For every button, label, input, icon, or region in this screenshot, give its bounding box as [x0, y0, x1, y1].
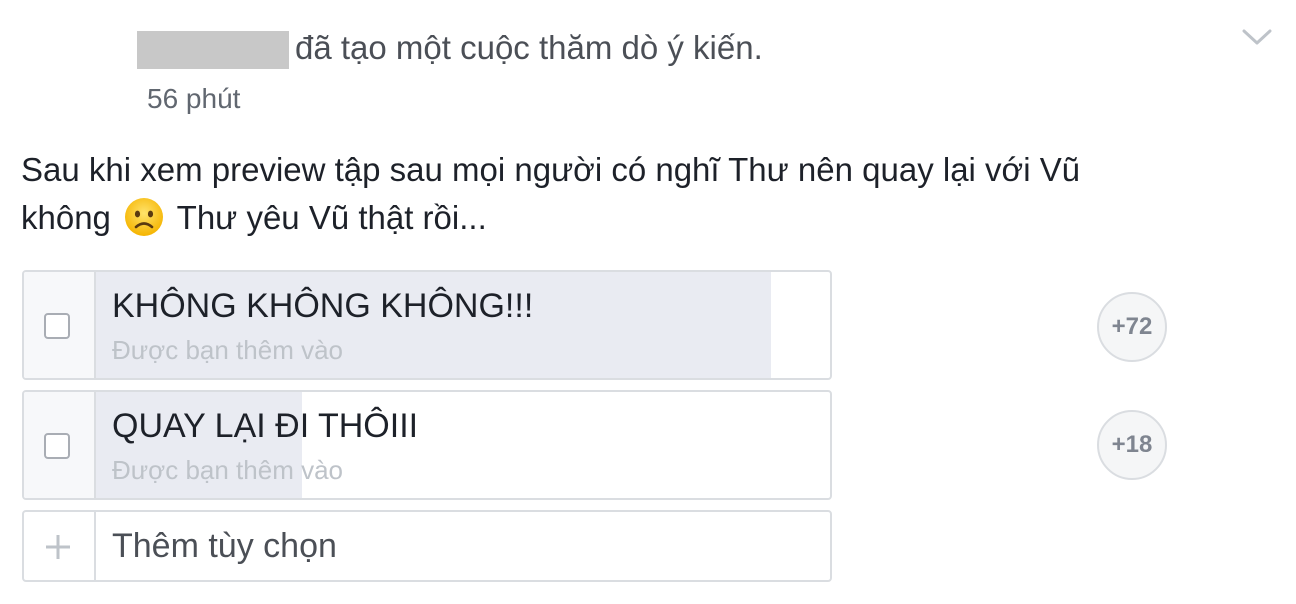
- frowning-face-emoji-icon: [125, 198, 164, 236]
- poll-option-1[interactable]: KHÔNG KHÔNG KHÔNG!!! Được bạn thêm vào: [22, 270, 832, 380]
- poll-option-1-label: KHÔNG KHÔNG KHÔNG!!!: [112, 287, 534, 325]
- plus-icon[interactable]: [44, 533, 72, 561]
- poll-option-1-added-by: Được bạn thêm vào: [112, 335, 344, 365]
- poll-option-2-added-by: Được bạn thêm vào: [112, 455, 344, 485]
- post-message-line2-start: không: [21, 199, 111, 236]
- post-timestamp[interactable]: 56 phút: [147, 82, 240, 116]
- post-message: Sau khi xem preview tập sau mọi người có…: [21, 146, 1251, 242]
- poll-option-1-checkbox[interactable]: [44, 313, 70, 339]
- post-header-action: đã tạo một cuộc thăm dò ý kiến.: [295, 29, 763, 66]
- post-message-line1: Sau khi xem preview tập sau mọi người có…: [21, 151, 1081, 188]
- chevron-down-icon[interactable]: [1238, 22, 1276, 52]
- poll-option-2-votes-badge[interactable]: +18: [1097, 410, 1167, 480]
- poll-option-2-label: QUAY LẠI ĐI THÔIII: [112, 407, 419, 445]
- author-name-redacted[interactable]: [137, 31, 289, 69]
- poll-option-2[interactable]: QUAY LẠI ĐI THÔIII Được bạn thêm vào: [22, 390, 832, 500]
- add-option-input[interactable]: Thêm tùy chọn: [112, 526, 337, 566]
- add-poll-option[interactable]: Thêm tùy chọn: [22, 510, 832, 582]
- poll-option-2-checkbox[interactable]: [44, 433, 70, 459]
- poll-option-1-votes-badge[interactable]: +72: [1097, 292, 1167, 362]
- post-message-line2-end: Thư yêu Vũ thật rồi...: [176, 199, 487, 236]
